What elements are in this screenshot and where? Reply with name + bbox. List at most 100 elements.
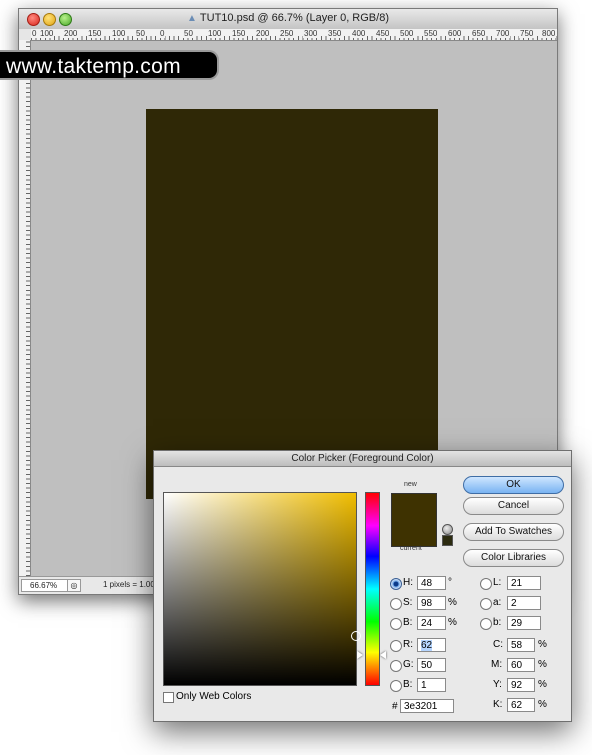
status-menu-icon[interactable]: ◎ — [67, 579, 81, 592]
red-row: R: 62 — [390, 638, 462, 654]
add-to-swatches-button[interactable]: Add To Swatches — [463, 523, 564, 541]
lab-l-row: L: 21 — [480, 576, 568, 592]
brightness-radio[interactable] — [390, 618, 402, 630]
lab-b-label: b: — [493, 617, 502, 628]
ruler-tick-label: 200 — [255, 29, 271, 38]
magenta-label: M: — [491, 659, 503, 670]
lab-b-radio[interactable] — [480, 618, 492, 630]
saturation-brightness-field[interactable] — [163, 492, 361, 686]
red-field-value: 62 — [421, 640, 433, 651]
hue-slider[interactable] — [365, 492, 380, 686]
saturation-unit: % — [448, 597, 457, 608]
hue-row: H: 48 ° — [390, 576, 462, 592]
ruler-tick-label: 100 — [39, 29, 55, 38]
ruler-tick-label: 800 — [541, 29, 557, 38]
web-safe-color-swatch[interactable] — [442, 535, 453, 546]
saturation-radio[interactable] — [390, 598, 402, 610]
color-picker-dialog: Color Picker (Foreground Color) new curr… — [153, 450, 572, 722]
ruler-tick-label: 0 — [31, 29, 38, 38]
saturation-label: S: — [403, 597, 413, 608]
vertical-ruler[interactable] — [19, 40, 31, 576]
lab-a-field[interactable]: 2 — [507, 596, 541, 610]
new-color-label: new — [404, 481, 417, 488]
brightness-row: B: 24 % — [390, 616, 462, 632]
black-unit: % — [538, 699, 547, 710]
ruler-tick-label: 600 — [447, 29, 463, 38]
ruler-tick-label: 0 — [159, 29, 166, 38]
ruler-tick-label: 300 — [303, 29, 319, 38]
ruler-tick-label: 500 — [399, 29, 415, 38]
black-label: K: — [493, 699, 503, 710]
ruler-tick-label: 550 — [423, 29, 439, 38]
saturation-field[interactable]: 98 — [417, 596, 446, 610]
hue-field[interactable]: 48 — [417, 576, 446, 590]
ruler-tick-label: 100 — [207, 29, 223, 38]
horizontal-ruler[interactable]: 0 100 200 150 100 50 0 50 100 150 200 25… — [31, 29, 557, 41]
ruler-tick-label: 250 — [279, 29, 295, 38]
hue-slider-left-handle[interactable] — [357, 651, 363, 659]
magenta-field[interactable]: 60 — [507, 658, 535, 672]
brightness-field[interactable]: 24 — [417, 616, 446, 630]
hue-unit: ° — [448, 577, 452, 588]
ruler-tick-label: 350 — [327, 29, 343, 38]
cyan-unit: % — [538, 639, 547, 650]
ok-button[interactable]: OK — [463, 476, 564, 494]
ruler-tick-label: 200 — [63, 29, 79, 38]
red-label: R: — [403, 639, 413, 650]
ruler-tick-label: 50 — [183, 29, 194, 38]
ruler-tick-label: 50 — [135, 29, 146, 38]
only-web-colors-label: Only Web Colors — [176, 691, 252, 702]
document-titlebar[interactable]: ▲ TUT10.psd @ 66.7% (Layer 0, RGB/8) — [19, 9, 557, 30]
magenta-unit: % — [538, 659, 547, 670]
ruler-tick-label: 150 — [87, 29, 103, 38]
watermark-label: www.taktemp.com — [0, 50, 219, 80]
cancel-button[interactable]: Cancel — [463, 497, 564, 515]
hue-label: H: — [403, 577, 413, 588]
lab-l-radio[interactable] — [480, 578, 492, 590]
blue-label: B: — [403, 679, 413, 690]
ruler-tick-label: 450 — [375, 29, 391, 38]
ruler-tick-label: 400 — [351, 29, 367, 38]
green-radio[interactable] — [390, 660, 402, 672]
lab-l-field[interactable]: 21 — [507, 576, 541, 590]
ruler-tick-label: 150 — [231, 29, 247, 38]
psd-file-icon: ▲ — [187, 13, 197, 24]
green-field[interactable]: 50 — [417, 658, 446, 672]
only-web-colors-checkbox[interactable] — [163, 692, 174, 703]
red-field[interactable]: 62 — [417, 638, 446, 652]
blue-field[interactable]: 1 — [417, 678, 446, 692]
ruler-tick-label: 100 — [111, 29, 127, 38]
hex-field[interactable]: 3e3201 — [400, 699, 454, 713]
brightness-unit: % — [448, 617, 457, 628]
ruler-tick-label: 650 — [471, 29, 487, 38]
lab-l-label: L: — [493, 577, 502, 588]
zoom-level-field[interactable]: 66.67% — [21, 579, 71, 592]
hue-radio[interactable] — [390, 578, 402, 590]
lab-a-radio[interactable] — [480, 598, 492, 610]
brightness-label: B: — [403, 617, 413, 628]
cyan-row: C: 58 % — [490, 638, 570, 654]
document-title: TUT10.psd @ 66.7% (Layer 0, RGB/8) — [199, 12, 389, 24]
yellow-field[interactable]: 92 — [507, 678, 535, 692]
ruler-tick-label: 750 — [519, 29, 535, 38]
saturation-row: S: 98 % — [390, 596, 462, 612]
yellow-unit: % — [538, 679, 547, 690]
black-row: K: 62 % — [490, 698, 570, 714]
web-safe-warning-icon[interactable] — [442, 524, 453, 535]
current-color-label: current — [400, 545, 422, 552]
document-canvas[interactable] — [146, 109, 438, 499]
yellow-row: Y: 92 % — [490, 678, 570, 694]
hue-slider-right-handle[interactable] — [380, 651, 386, 659]
dialog-title[interactable]: Color Picker (Foreground Color) — [154, 451, 571, 467]
blue-radio[interactable] — [390, 680, 402, 692]
magenta-row: M: 60 % — [490, 658, 570, 674]
lab-b-field[interactable]: 29 — [507, 616, 541, 630]
red-radio[interactable] — [390, 640, 402, 652]
black-field[interactable]: 62 — [507, 698, 535, 712]
cyan-field[interactable]: 58 — [507, 638, 535, 652]
green-label: G: — [403, 659, 414, 670]
lab-a-label: a: — [493, 597, 502, 608]
color-selection-marker[interactable] — [351, 631, 361, 641]
cyan-label: C: — [493, 639, 503, 650]
color-libraries-button[interactable]: Color Libraries — [463, 549, 564, 567]
